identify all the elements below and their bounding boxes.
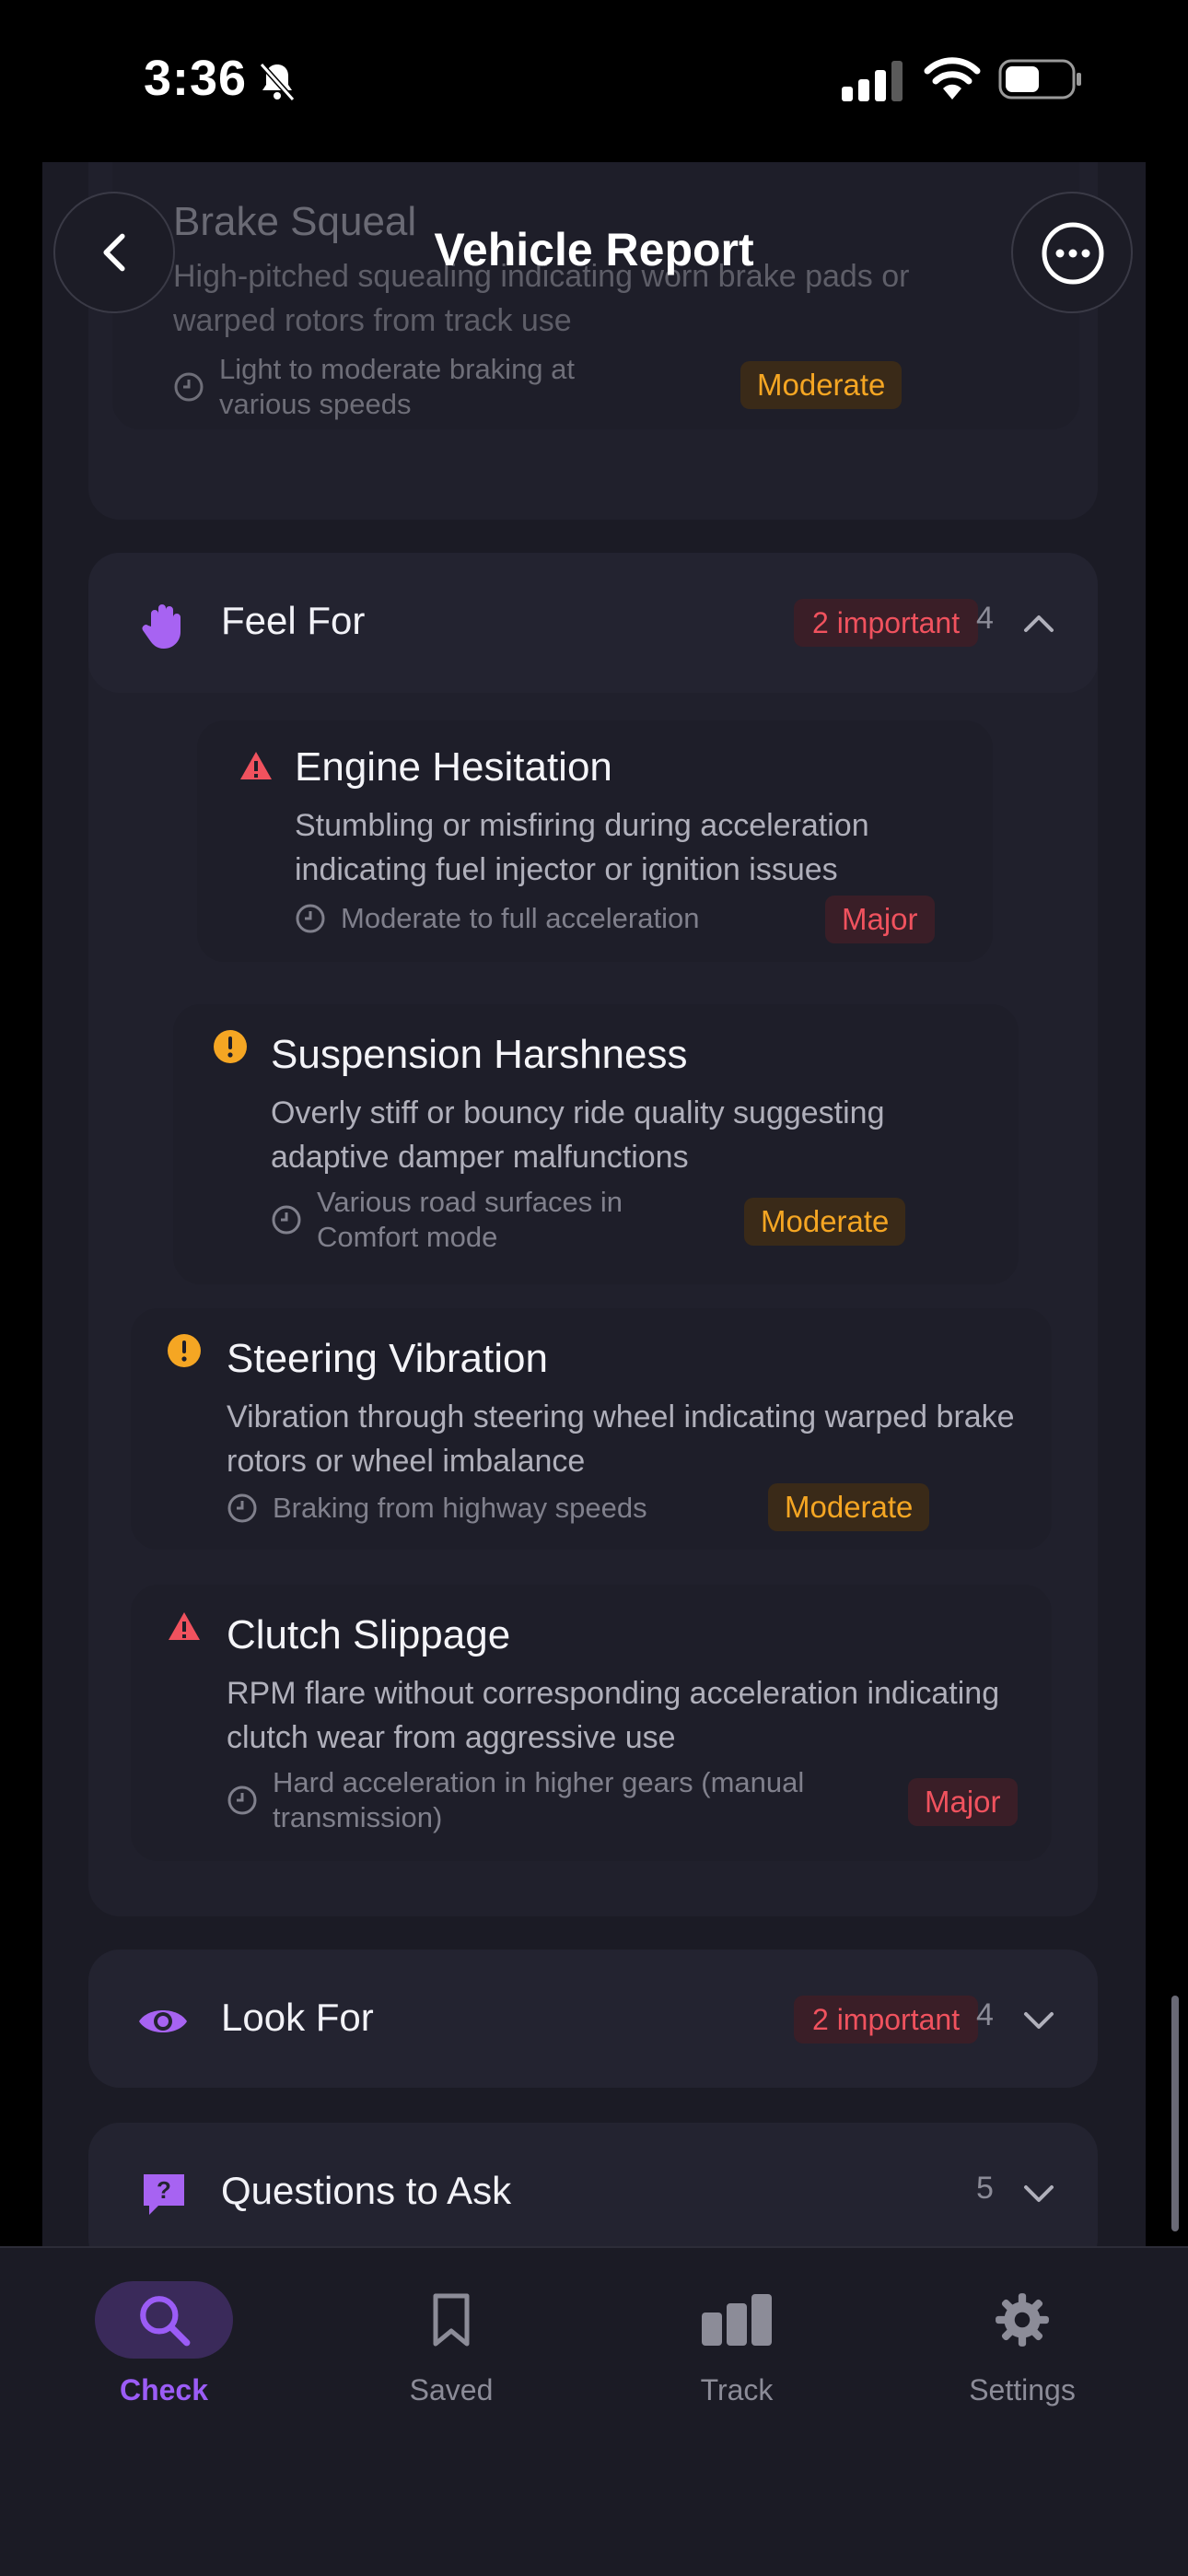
warning-triangle-icon xyxy=(169,1612,200,1640)
severity-badge: Moderate xyxy=(740,361,903,409)
tab-saved[interactable]: Saved xyxy=(368,2281,534,2419)
severity-badge: Moderate xyxy=(744,1198,906,1246)
issue-title: Suspension Harshness xyxy=(271,1032,688,1077)
issue-condition: Various road surfaces in Comfort mode xyxy=(271,1185,658,1255)
look-for-header[interactable]: Look For 2 important 4 xyxy=(88,1950,1098,2088)
issue-condition: Hard acceleration in higher gears (manua… xyxy=(227,1765,890,1835)
gear-icon xyxy=(996,2293,1049,2347)
severity-badge: Major xyxy=(908,1778,1018,1826)
clock-icon xyxy=(296,904,325,933)
warning-triangle-icon xyxy=(240,752,272,779)
svg-text:?: ? xyxy=(157,2176,171,2204)
bookmark-icon xyxy=(433,2293,470,2347)
issue-title: Steering Vibration xyxy=(227,1336,548,1381)
clock-icon xyxy=(227,1786,257,1815)
issue-description: RPM flare without corresponding accelera… xyxy=(227,1676,1000,1755)
important-badge: 2 important xyxy=(794,1996,979,2043)
tab-label: Saved xyxy=(409,2373,494,2406)
section-title: Feel For xyxy=(221,599,366,642)
issue-condition: Moderate to full acceleration xyxy=(295,901,699,936)
section-count: 5 xyxy=(976,2171,994,2206)
issue-title: Clutch Slippage xyxy=(227,1612,511,1657)
issue-condition: Light to moderate braking at various spe… xyxy=(173,352,634,422)
issue-condition: Braking from highway speeds xyxy=(227,1491,647,1526)
issue-description: Stumbling or misfiring during accelerati… xyxy=(295,808,869,887)
wifi-icon xyxy=(924,57,981,100)
tab-label: Settings xyxy=(969,2373,1076,2406)
questions-header[interactable]: ? Questions to Ask 5 xyxy=(88,2123,1098,2246)
report-content[interactable]: Brake Squeal High-pitched squealing indi… xyxy=(42,162,1146,2246)
issue-card-steering-vibration[interactable]: Steering Vibration Vibration through ste… xyxy=(131,1308,1052,1550)
clock-icon xyxy=(174,372,204,402)
tab-settings[interactable]: Settings xyxy=(939,2281,1105,2419)
alert-circle-icon xyxy=(168,1334,201,1367)
tab-label: Check xyxy=(119,2373,209,2406)
search-icon xyxy=(140,2296,191,2347)
page-title: Vehicle Report xyxy=(434,224,754,275)
chevron-up-icon[interactable] xyxy=(1020,604,1057,641)
nav-header: Vehicle Report xyxy=(0,162,1188,346)
section-count: 4 xyxy=(976,1997,994,2032)
severity-badge: Major xyxy=(825,896,935,943)
bar-chart-icon xyxy=(702,2294,772,2346)
cellular-signal-icon xyxy=(842,61,903,101)
tab-bar: Check Saved Track Settings xyxy=(0,2246,1188,2576)
eye-icon xyxy=(139,2010,187,2032)
battery-icon xyxy=(998,59,1081,100)
more-options-button[interactable] xyxy=(1011,192,1133,313)
alert-circle-icon xyxy=(214,1030,247,1063)
issue-description: Vibration through steering wheel indicat… xyxy=(227,1399,1015,1479)
status-bar: 3:36 xyxy=(0,0,1188,162)
hand-icon xyxy=(142,604,181,649)
issue-description: Overly stiff or bouncy ride quality sugg… xyxy=(271,1095,885,1175)
screen: 3:36 Brake Squeal High-pitched squealing… xyxy=(0,0,1188,2576)
section-title: Look For xyxy=(221,1996,374,2039)
status-time: 3:36 xyxy=(144,51,248,106)
chevron-down-icon[interactable] xyxy=(1020,2174,1057,2211)
chevron-down-icon[interactable] xyxy=(1020,2001,1057,2038)
clock-icon xyxy=(227,1493,257,1523)
silent-bell-icon xyxy=(259,62,296,102)
tab-track[interactable]: Track xyxy=(654,2281,820,2419)
issue-card-clutch-slippage[interactable]: Clutch Slippage RPM flare without corres… xyxy=(131,1585,1052,1861)
issue-card-suspension-harshness[interactable]: Suspension Harshness Overly stiff or bou… xyxy=(173,1004,1019,1284)
section-count: 4 xyxy=(976,601,994,636)
clock-icon xyxy=(272,1205,301,1235)
scrollbar[interactable] xyxy=(1171,1996,1179,2231)
important-badge: 2 important xyxy=(794,599,979,647)
tab-label: Track xyxy=(700,2373,774,2406)
more-horizontal-icon xyxy=(1042,222,1104,285)
tab-check[interactable]: Check xyxy=(81,2281,247,2419)
section-title: Questions to Ask xyxy=(221,2169,512,2212)
issue-card-engine-hesitation[interactable]: Engine Hesitation Stumbling or misfiring… xyxy=(197,720,993,962)
severity-badge: Moderate xyxy=(768,1483,930,1531)
feel-for-header[interactable]: Feel For 2 important 4 xyxy=(88,553,1098,693)
issue-title: Engine Hesitation xyxy=(295,744,612,790)
question-bubble-icon: ? xyxy=(144,2174,184,2215)
